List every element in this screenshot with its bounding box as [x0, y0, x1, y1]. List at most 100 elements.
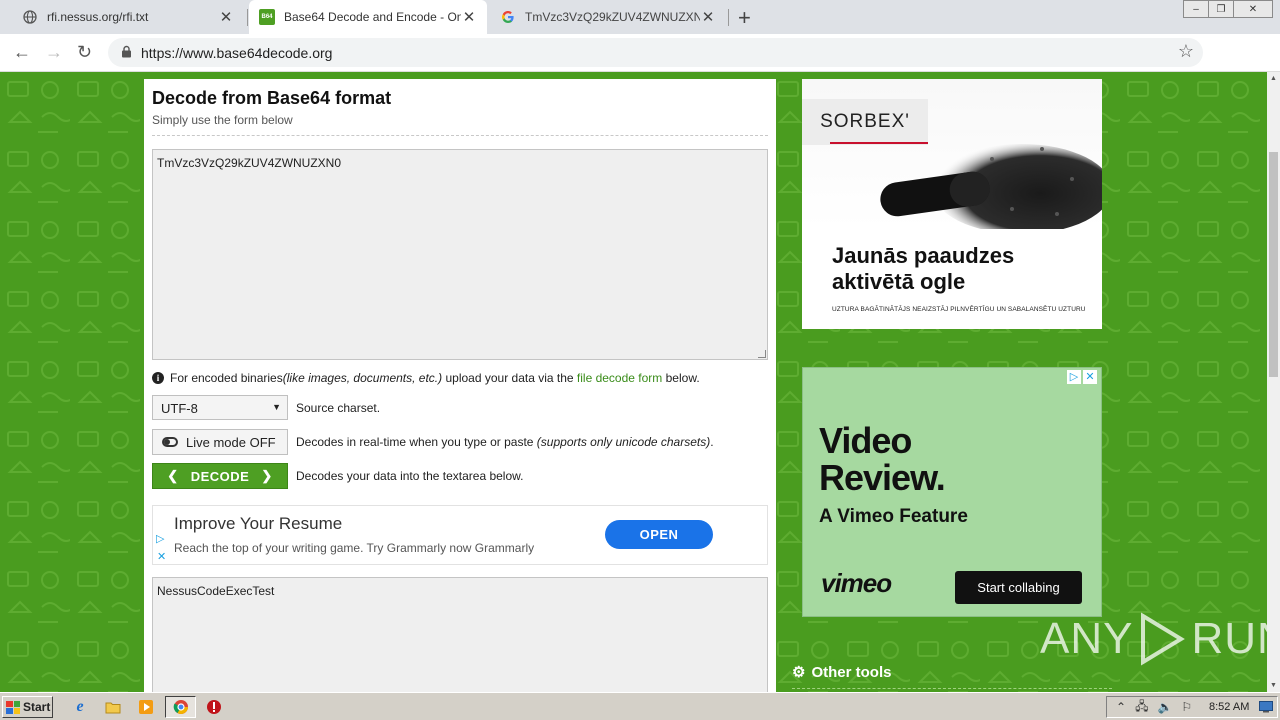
decode-button[interactable]: ❮ DECODE ❯ [152, 463, 288, 489]
system-tray: ⌃ 🖧 🔈 ⚐ 8:52 AM [1106, 696, 1278, 718]
ad2-headline-line2: Review. [819, 457, 946, 498]
live-mode-desc-suffix: . [710, 435, 714, 449]
ad1-fine-print: UZTURA BAGĀTINĀTĀJS NEAIZSTĀJ PILNVĒRTĪG… [832, 306, 1086, 313]
tab-title: rfi.nessus.org/rfi.txt [47, 10, 149, 24]
show-desktop-icon[interactable] [1259, 701, 1273, 716]
decode-label: DECODE [190, 468, 250, 484]
windows-flag-icon [6, 700, 20, 714]
lock-icon [121, 45, 132, 61]
file-decode-form-link[interactable]: file decode form [577, 371, 662, 385]
ad-open-button[interactable]: OPEN [605, 520, 713, 549]
tray-expand-icon[interactable]: ⌃ [1116, 700, 1126, 714]
back-icon[interactable]: ← [13, 42, 31, 63]
google-icon [500, 9, 516, 25]
decode-description: Decodes your data into the textarea belo… [296, 469, 524, 483]
vimeo-logo: vimeo [821, 568, 892, 598]
bookmark-star-icon[interactable]: ☆ [1178, 41, 1194, 62]
ad-close-icon[interactable]: ✕ [157, 550, 166, 563]
ad1-headline-line1: Jaunās paaudzes [832, 243, 1015, 268]
ad1-headline: Jaunās paaudzes aktivētā ogle [832, 243, 1014, 295]
decoded-output-textarea[interactable]: NessusCodeExecTest [152, 577, 768, 692]
chrome-icon[interactable] [172, 698, 190, 716]
tab-bar: rfi.nessus.org/rfi.txt ✕ B64 Base64 Deco… [0, 0, 1280, 34]
page-scrollbar[interactable]: ▲ ▼ [1267, 72, 1280, 692]
restore-icon[interactable]: ❐ [1208, 0, 1234, 18]
ad-text: Reach the top of your writing game. Try … [174, 541, 535, 555]
live-mode-toggle[interactable]: Live mode OFF [152, 429, 288, 455]
info-prefix: For encoded binaries [170, 371, 283, 385]
divider [792, 688, 1112, 689]
chevron-left-icon: ❮ [167, 468, 179, 483]
charset-label: Source charset. [296, 401, 381, 415]
page-title: Decode from Base64 format [152, 88, 392, 108]
network-icon[interactable]: 🖧 [1135, 697, 1148, 718]
encoded-input-textarea[interactable]: TmVzc3VzQ29kZUV4ZWNUZXN0 [152, 149, 768, 360]
start-collabing-button[interactable]: Start collabing [955, 571, 1082, 604]
clock[interactable]: 8:52 AM [1209, 701, 1249, 713]
close-tab-icon[interactable]: ✕ [461, 8, 477, 26]
adchoices-icon[interactable]: ▷ [156, 534, 164, 545]
scroll-up-icon[interactable]: ▲ [1270, 75, 1277, 82]
tab-separator [728, 9, 729, 26]
live-mode-desc-text: Decodes in real-time when you type or pa… [296, 435, 537, 449]
tab-title: TmVzc3VzQ29kZUV4ZWNUZXN0 - Go [525, 10, 700, 24]
folder-icon[interactable] [104, 698, 122, 716]
url-text: https://www.base64decode.org [141, 45, 333, 61]
scroll-thumb[interactable] [1269, 152, 1278, 377]
encoded-input-value: TmVzc3VzQ29kZUV4ZWNUZXN0 [157, 156, 342, 170]
other-tools-label: Other tools [811, 663, 892, 681]
play-icon [1141, 612, 1186, 666]
divider [152, 135, 768, 136]
resize-grip-icon[interactable] [758, 350, 766, 358]
tab-rfi[interactable]: rfi.nessus.org/rfi.txt ✕ [12, 0, 244, 34]
live-mode-description: Decodes in real-time when you type or pa… [296, 435, 714, 449]
inline-ad[interactable]: ▷ ✕ Improve Your Resume Reach the top of… [152, 505, 768, 565]
decode-panel: Decode from Base64 format Simply use the… [144, 79, 776, 692]
volume-icon[interactable]: 🔈 [1157, 700, 1172, 714]
windows-taskbar: Start e ⌃ 🖧 🔈 ⚐ 8:52 AM [0, 692, 1280, 720]
ad2-headline: Video Review. [819, 420, 946, 498]
charset-selected: UTF-8 [161, 401, 198, 416]
ad2-headline-line1: Video [819, 420, 912, 461]
info-middle: upload your data via the [442, 371, 577, 385]
b64-icon: B64 [259, 9, 275, 25]
address-bar[interactable]: https://www.base64decode.org ☆ [108, 38, 1203, 67]
action-center-flag-icon[interactable]: ⚐ [1181, 700, 1192, 714]
tab-separator [247, 9, 248, 26]
info-icon: i [152, 372, 164, 384]
watermark-left: ANY [1040, 614, 1134, 663]
forward-icon[interactable]: → [45, 42, 63, 63]
ad1-headline-line2: aktivētā ogle [832, 269, 966, 294]
adchoices-icon[interactable]: ▷ [1067, 370, 1081, 384]
live-mode-desc-italic: (supports only unicode charsets) [536, 435, 711, 449]
chevron-right-icon: ❯ [261, 468, 273, 483]
ad-close-icon[interactable]: ✕ [1083, 370, 1097, 384]
reload-icon[interactable]: ↻ [77, 42, 92, 63]
tab-base64[interactable]: B64 Base64 Decode and Encode - Online ✕ [249, 0, 487, 34]
watermark-right: RUN [1191, 614, 1267, 663]
gear-icon: ⚙ [792, 664, 806, 681]
charset-select[interactable]: UTF-8 ▼ [152, 395, 288, 420]
page-viewport: Decode from Base64 format Simply use the… [0, 72, 1267, 692]
sidebar-ad-sorbex[interactable]: SORBEX' Jaunās paaudzes aktivētā ogle UZ… [802, 79, 1102, 329]
binary-info-row: i For encoded binaries (like images, doc… [152, 371, 700, 385]
start-label: Start [23, 700, 51, 714]
tab-title: Base64 Decode and Encode - Online [284, 10, 461, 24]
sidebar-ad-vimeo[interactable]: ▷ ✕ Video Review. A Vimeo Feature vimeo … [802, 367, 1102, 617]
ad2-subhead: A Vimeo Feature [819, 506, 968, 527]
new-tab-icon[interactable]: + [738, 5, 751, 31]
live-mode-label: Live mode OFF [186, 434, 276, 450]
stop-icon[interactable] [205, 698, 223, 716]
scroll-down-icon[interactable]: ▼ [1270, 682, 1277, 689]
minimize-icon[interactable]: ‒ [1183, 0, 1209, 18]
start-button[interactable]: Start [2, 696, 53, 718]
other-tools-heading: ⚙ Other tools [792, 663, 892, 682]
tab-google[interactable]: TmVzc3VzQ29kZUV4ZWNUZXN0 - Go ✕ [490, 0, 726, 34]
close-tab-icon[interactable]: ✕ [700, 8, 716, 26]
toggle-icon [162, 437, 178, 447]
close-tab-icon[interactable]: ✕ [218, 8, 234, 26]
adchoices[interactable]: ▷ ✕ [1067, 370, 1097, 384]
media-player-icon[interactable] [137, 698, 155, 716]
internet-explorer-icon[interactable]: e [71, 698, 89, 716]
close-window-icon[interactable]: ✕ [1233, 0, 1273, 18]
